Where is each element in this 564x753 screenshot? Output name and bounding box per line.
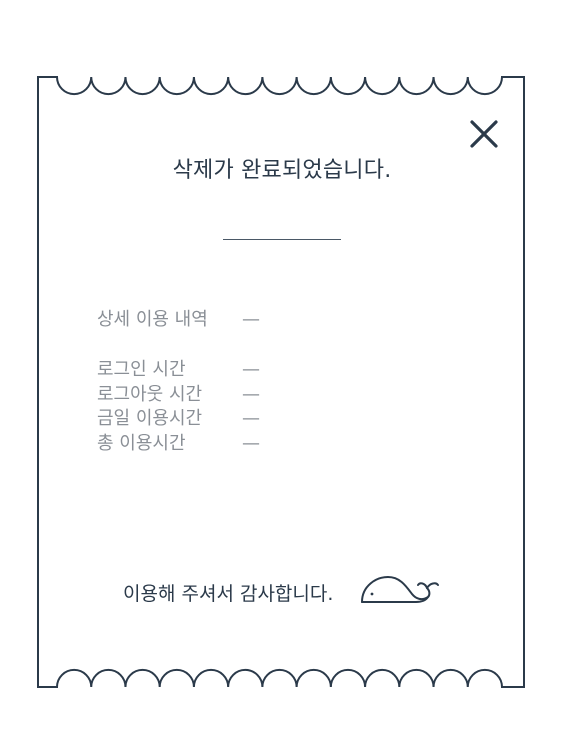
detail-row-total-usage: 총 이용시간 — [97, 432, 260, 457]
whale-icon [361, 575, 439, 603]
thanks-message: 이용해 주셔서 감사합니다. [123, 583, 334, 605]
close-icon [470, 120, 498, 148]
detail-label: 금일 이용시간 [97, 408, 203, 429]
detail-heading-value: — [242, 309, 260, 330]
detail-value: — [242, 408, 260, 429]
detail-heading: 상세 이용 내역 — [97, 308, 260, 333]
detail-label: 로그인 시간 [97, 359, 186, 380]
detail-value: — [242, 432, 260, 454]
detail-heading-label: 상세 이용 내역 [97, 309, 208, 330]
dialog-title: 삭제가 완료되었습니다. [172, 158, 392, 183]
detail-row-today-usage: 금일 이용시간 — [97, 407, 260, 432]
detail-label: 총 이용시간 [97, 432, 186, 454]
detail-list: 로그인 시간 — 로그아웃 시간 — 금일 이용시간 — 총 이용시간 — [97, 358, 260, 457]
receipt-border [37, 76, 525, 688]
close-button[interactable] [466, 116, 502, 152]
detail-label: 로그아웃 시간 [97, 383, 203, 405]
detail-row-login-time: 로그인 시간 — [97, 358, 260, 383]
detail-row-logout-time: 로그아웃 시간 — [97, 383, 260, 408]
title-divider [223, 239, 341, 240]
detail-value: — [242, 383, 260, 405]
detail-value: — [242, 359, 260, 380]
